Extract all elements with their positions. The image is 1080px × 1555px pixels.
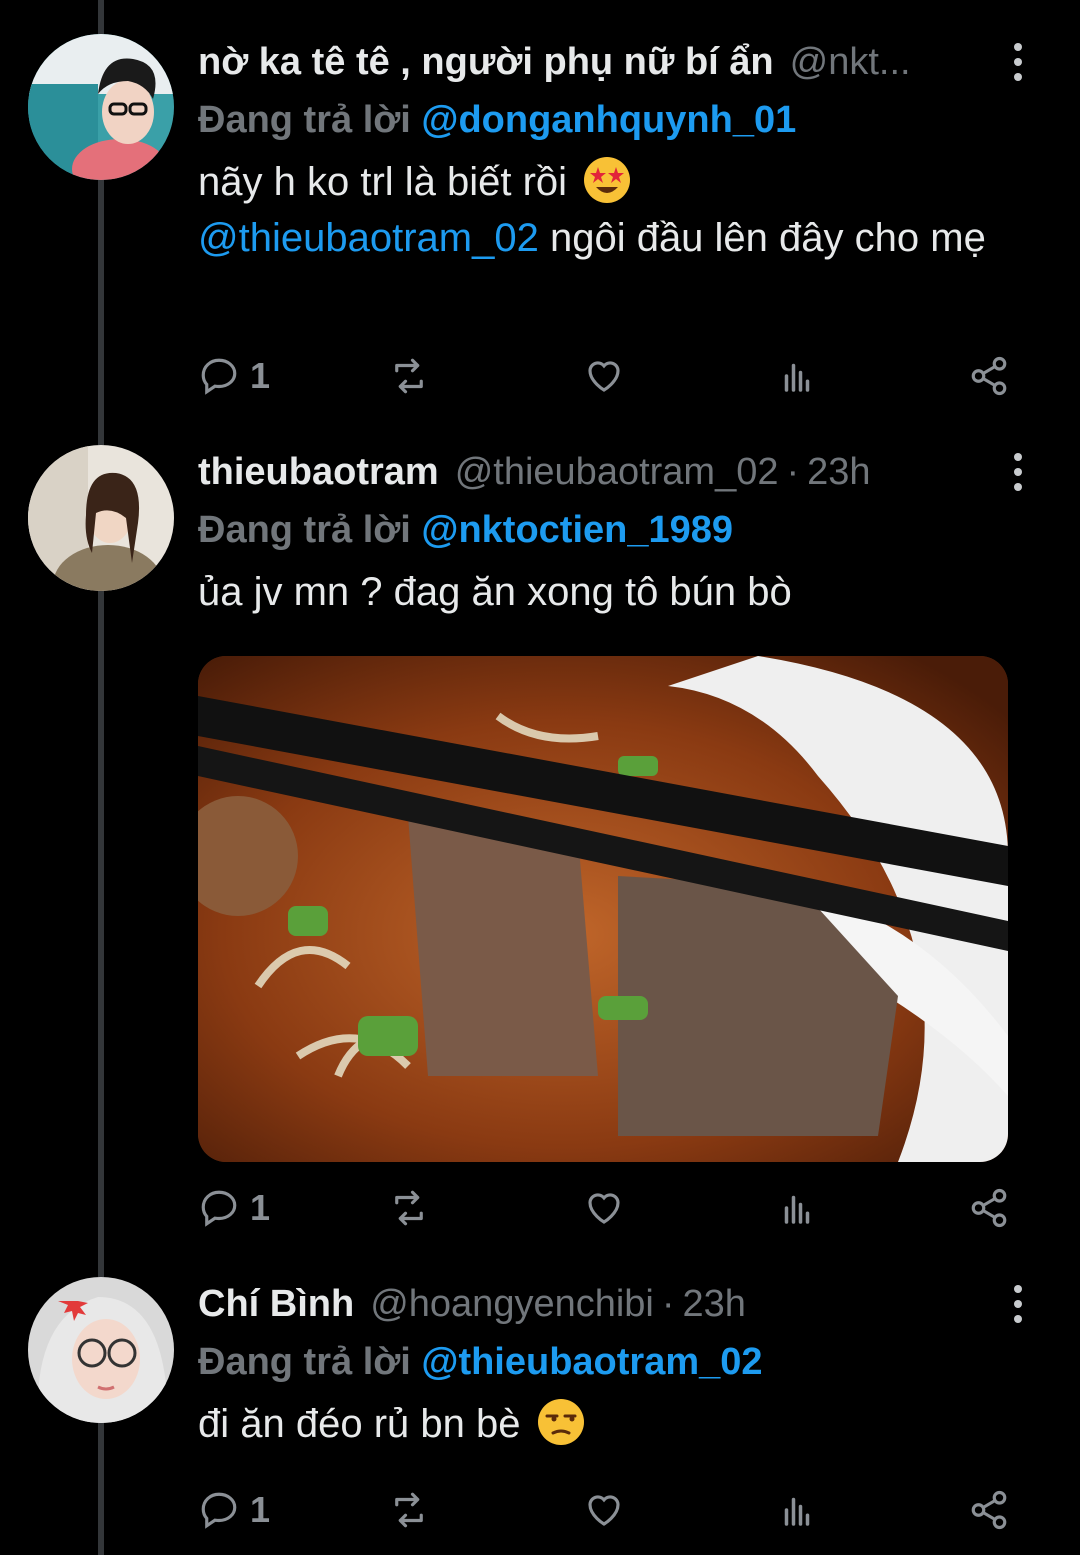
tweet-actions: 1 (198, 1178, 1018, 1238)
tweet-text-body: đi ăn đéo rủ bn bè (198, 1402, 521, 1446)
replying-to-mention[interactable]: @thieubaotram_02 (421, 1341, 762, 1383)
replying-to: Đang trả lời @thieubaotram_02 (198, 1334, 1040, 1390)
like-button[interactable] (583, 1480, 625, 1540)
reply-count: 1 (250, 1489, 271, 1530)
share-button[interactable] (968, 1178, 1010, 1238)
analytics-icon (784, 1195, 810, 1224)
tweet-photo[interactable] (198, 656, 1008, 1162)
reply-button[interactable]: 1 (198, 1480, 270, 1540)
user-handle[interactable]: @hoangyenchibi (370, 1274, 654, 1334)
heart-icon (588, 361, 620, 392)
retweet-button[interactable] (388, 346, 430, 406)
reply-icon (201, 1492, 237, 1529)
reply-button[interactable]: 1 (198, 346, 270, 406)
more-vertical-icon[interactable] (998, 32, 1038, 92)
tweet-text: đi ăn đéo rủ bn bè (198, 1396, 1040, 1452)
views-button[interactable] (776, 1178, 818, 1238)
more-vertical-icon[interactable] (998, 442, 1038, 502)
share-icon (971, 356, 1007, 396)
replying-prefix: Đang trả lời (198, 99, 411, 141)
replying-prefix: Đang trả lời (198, 1341, 411, 1383)
tweet-header: thieubaotram @thieubaotram_02 · 23h (198, 442, 1040, 502)
display-name[interactable]: thieubaotram (198, 442, 439, 502)
reply-icon (201, 358, 237, 395)
retweet-button[interactable] (388, 1178, 430, 1238)
retweet-icon (395, 358, 423, 394)
analytics-icon (784, 1497, 810, 1526)
retweet-button[interactable] (388, 1480, 430, 1540)
share-button[interactable] (968, 346, 1010, 406)
share-icon (971, 1490, 1007, 1530)
tweet-time[interactable]: 23h (683, 1274, 746, 1334)
replying-to: Đang trả lời @nktoctien_1989 (198, 502, 1040, 558)
tweet-text: ủa jv mn ? đag ăn xong tô bún bò (198, 570, 792, 614)
avatar[interactable] (28, 1277, 174, 1423)
tweet-header: Chí Bình @hoangyenchibi · 23h (198, 1274, 1040, 1334)
retweet-icon (395, 1190, 423, 1226)
user-handle[interactable]: @nkt... (790, 32, 911, 92)
display-name[interactable]: nờ ka tê tê , người phụ nữ bí ẩn (198, 32, 774, 92)
retweet-icon (395, 1492, 423, 1528)
display-name[interactable]: Chí Bình (198, 1274, 354, 1334)
avatar[interactable] (28, 34, 174, 180)
more-vertical-icon[interactable] (998, 1274, 1038, 1334)
reply-icon (201, 1190, 237, 1227)
unamused-face-emoji (537, 1399, 584, 1445)
tweet-actions: 1 (198, 346, 1018, 406)
reply-count: 1 (250, 355, 271, 396)
tweet-actions: 1 (198, 1480, 1018, 1540)
heart-icon (588, 1193, 620, 1224)
replying-to-mention[interactable]: @nktoctien_1989 (421, 509, 733, 551)
tweet-header: nờ ka tê tê , người phụ nữ bí ẩn @nkt... (198, 32, 1040, 92)
analytics-icon (784, 363, 810, 392)
tweet-text: nãy h ko trl là biết rồi @thieubaotram_0… (198, 154, 1040, 266)
reply-count: 1 (250, 1187, 271, 1228)
tweet-text-line-1: nãy h ko trl là biết rồi (198, 160, 568, 204)
views-button[interactable] (776, 346, 818, 406)
avatar[interactable] (28, 445, 174, 591)
reply-button[interactable]: 1 (198, 1178, 270, 1238)
tweet-time[interactable]: 23h (807, 442, 870, 502)
heart-icon (588, 1495, 620, 1526)
replying-to-mention[interactable]: @donganhquynh_01 (421, 99, 796, 141)
user-handle[interactable]: @thieubaotram_02 (455, 442, 779, 502)
like-button[interactable] (583, 1178, 625, 1238)
views-button[interactable] (776, 1480, 818, 1540)
separator-dot: · (786, 451, 800, 493)
text-mention[interactable]: @thieubaotram_02 (198, 216, 539, 260)
like-button[interactable] (583, 346, 625, 406)
replying-to: Đang trả lời @donganhquynh_01 (198, 92, 1040, 148)
share-icon (971, 1188, 1007, 1228)
share-button[interactable] (968, 1480, 1010, 1540)
bun-bo-photo (198, 656, 1008, 1162)
separator-dot: · (661, 1283, 675, 1325)
replying-prefix: Đang trả lời (198, 509, 411, 551)
star-struck-emoji (584, 157, 631, 203)
tweet-text-line-2: ngôi đầu lên đây cho mẹ (549, 216, 986, 260)
